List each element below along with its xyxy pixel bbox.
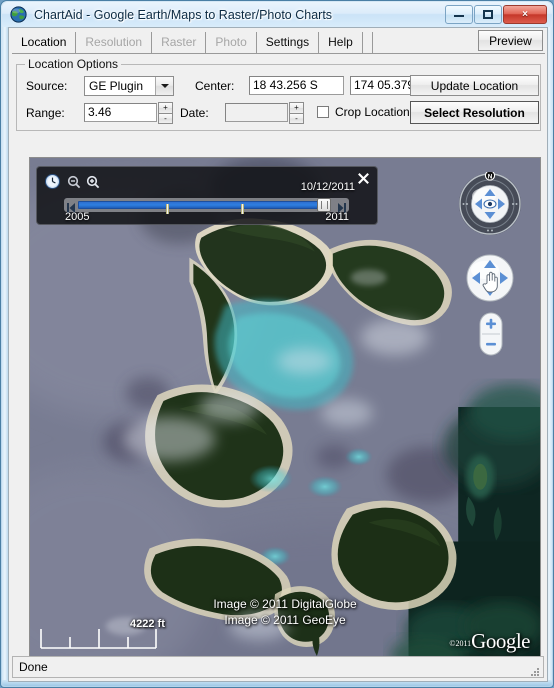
range-stepper[interactable]: + - <box>158 102 173 124</box>
center-latitude-input[interactable]: 18 43.256 S <box>249 76 344 95</box>
source-select[interactable]: GE Plugin <box>84 76 174 96</box>
skip-to-end-icon[interactable] <box>337 200 346 213</box>
date-label: Date: <box>180 106 209 120</box>
preview-button[interactable]: Preview <box>478 30 543 51</box>
resize-grip[interactable] <box>530 664 540 676</box>
svg-text:N: N <box>488 174 493 181</box>
window-controls: × <box>444 5 547 24</box>
google-logo: ©2011Google <box>449 629 530 654</box>
maximize-button[interactable] <box>474 5 502 24</box>
zoom-control[interactable] <box>479 312 503 356</box>
date-stepper[interactable]: + - <box>289 102 304 124</box>
tab-photo: Photo <box>206 32 257 53</box>
center-label: Center: <box>195 79 235 93</box>
time-slider-track[interactable] <box>64 198 349 214</box>
select-resolution-button[interactable]: Select Resolution <box>410 101 539 124</box>
magnifier-plus-icon[interactable] <box>86 175 100 189</box>
close-button[interactable]: × <box>503 5 547 24</box>
tab-raster: Raster <box>152 32 207 53</box>
date-stepper-up[interactable]: + <box>289 102 304 114</box>
skip-to-start-icon[interactable] <box>67 200 76 213</box>
tab-bar: Location Resolution Raster Photo Setting… <box>12 30 545 56</box>
time-slider-current-date: 10/12/2011 <box>300 181 355 193</box>
range-stepper-down[interactable]: - <box>158 113 173 124</box>
range-label: Range: <box>26 106 65 120</box>
google-logo-text: Google <box>471 629 530 653</box>
crop-location-checkbox-row[interactable]: Crop Location <box>317 105 410 119</box>
status-bar: Done <box>12 656 544 678</box>
clock-icon[interactable] <box>45 174 60 189</box>
tab-settings[interactable]: Settings <box>257 32 320 53</box>
group-label: Location Options <box>25 57 122 71</box>
source-label: Source: <box>26 79 68 93</box>
tab-underline <box>12 53 545 54</box>
client-area: Location Resolution Raster Photo Setting… <box>8 27 548 682</box>
range-stepper-up[interactable]: + <box>158 102 173 114</box>
time-slider-handle[interactable] <box>317 198 331 212</box>
globe-icon <box>10 6 27 23</box>
crop-location-label: Crop Location <box>335 105 410 119</box>
tab-location[interactable]: Location <box>12 32 77 53</box>
status-text: Done <box>19 660 48 674</box>
title-bar[interactable]: ChartAid - Google Earth/Maps to Raster/P… <box>2 2 552 27</box>
chevron-down-icon[interactable] <box>155 77 173 95</box>
time-range-bar[interactable] <box>78 201 329 214</box>
tab-help[interactable]: Help <box>319 32 363 53</box>
update-location-button[interactable]: Update Location <box>410 75 539 96</box>
time-slider-end-year: 2011 <box>325 211 349 223</box>
compass-navigation-control[interactable]: N <box>458 170 522 236</box>
close-icon[interactable] <box>357 172 370 185</box>
range-input[interactable]: 3.46 <box>84 103 157 122</box>
pan-navigation-control[interactable] <box>466 254 514 302</box>
time-slider-start-year: 2005 <box>65 211 90 223</box>
map-viewport[interactable]: 10/12/2011 2005 2011 N 4222 ft Image © 2… <box>29 157 541 669</box>
source-select-value: GE Plugin <box>89 79 144 93</box>
minimize-button[interactable] <box>445 5 473 24</box>
application-window: ChartAid - Google Earth/Maps to Raster/P… <box>0 0 554 688</box>
scale-bar <box>40 628 158 650</box>
google-logo-prefix: ©2011 <box>449 639 472 648</box>
magnifier-minus-icon[interactable] <box>67 175 81 189</box>
zoom-out-icon <box>486 342 496 346</box>
date-stepper-down[interactable]: - <box>289 113 304 124</box>
crop-location-checkbox[interactable] <box>317 106 329 118</box>
tab-resolution: Resolution <box>76 32 153 53</box>
tab-list: Location Resolution Raster Photo Setting… <box>12 31 373 53</box>
historical-imagery-time-slider[interactable]: 10/12/2011 2005 2011 <box>36 166 378 225</box>
tab-filler <box>363 32 373 53</box>
date-input[interactable] <box>225 103 288 122</box>
window-title: ChartAid - Google Earth/Maps to Raster/P… <box>34 7 333 22</box>
location-options-group: Location Options Source: GE Plugin Cente… <box>16 57 541 131</box>
